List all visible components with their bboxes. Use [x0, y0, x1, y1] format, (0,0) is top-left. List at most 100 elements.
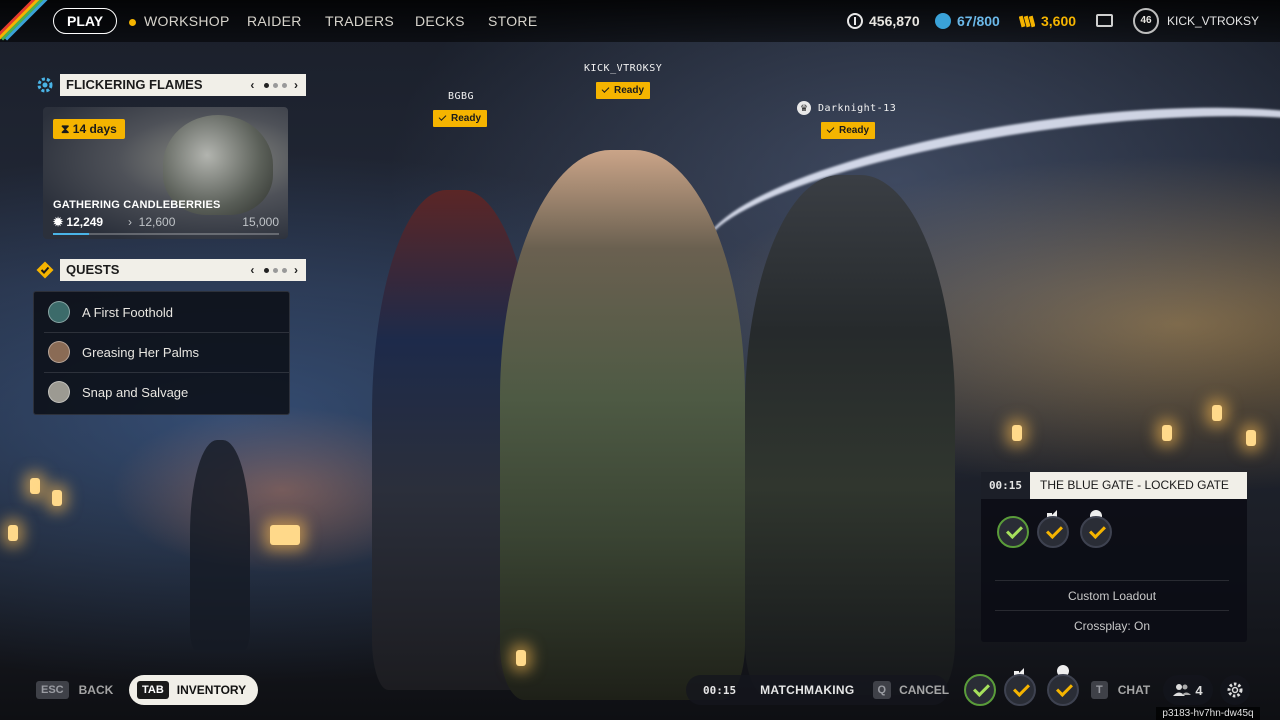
- t-key-hint: T: [1091, 681, 1108, 699]
- party-members-button[interactable]: 4: [1163, 675, 1213, 705]
- nav-label: WORKSHOP: [144, 13, 230, 29]
- gear-icon: [1227, 682, 1243, 698]
- player-level-badge[interactable]: 46: [1133, 8, 1159, 34]
- esc-key-hint: ESC: [36, 681, 69, 699]
- mail-icon[interactable]: [1096, 14, 1113, 27]
- player-name-darknight: Darknight-13: [818, 103, 897, 114]
- blue-token-balance[interactable]: 67/800: [935, 0, 1000, 42]
- people-icon: [1173, 684, 1192, 696]
- blue-token-icon: [935, 13, 951, 29]
- party-count: 4: [1195, 682, 1203, 698]
- nav-store[interactable]: STORE: [488, 0, 537, 42]
- quest-item[interactable]: Snap and Salvage: [44, 372, 289, 412]
- party-leader-crown-icon: ♛: [797, 101, 811, 115]
- candle: [516, 650, 526, 666]
- nav-raider[interactable]: RAIDER: [247, 0, 302, 42]
- character-kick-vtroksy: [500, 150, 745, 700]
- event-pager[interactable]: ‹ ›: [250, 74, 300, 96]
- quest-item[interactable]: A First Foothold: [44, 292, 289, 333]
- blue-token-value: 67/800: [957, 13, 1000, 29]
- coins-value: 456,870: [869, 13, 920, 29]
- ready-badge: Ready: [433, 110, 488, 127]
- match-map-name: THE BLUE GATE - LOCKED GATE: [1030, 472, 1247, 499]
- gear-icon: [34, 74, 56, 96]
- back-label: BACK: [78, 683, 114, 697]
- event-title: FLICKERING FLAMES: [66, 77, 203, 92]
- coin-icon: [847, 13, 863, 29]
- matchmaking-label: MATCHMAKING: [760, 683, 855, 697]
- event-panel-header: FLICKERING FLAMES ‹ ›: [34, 73, 306, 97]
- chat-label: CHAT: [1117, 683, 1151, 697]
- top-navigation-bar: PLAY WORKSHOP RAIDER TRADERS DECKS STORE…: [0, 0, 1280, 42]
- candle: [1162, 425, 1172, 441]
- quest-giver-avatar: [48, 341, 70, 363]
- gold-balance[interactable]: 3,600: [1019, 0, 1076, 42]
- chat-action[interactable]: T CHAT: [1091, 681, 1150, 699]
- brand-stripes-logo: [0, 0, 57, 46]
- gold-value: 3,600: [1041, 13, 1077, 29]
- ready-badge: Ready: [821, 122, 876, 139]
- cancel-matchmaking-button[interactable]: Q CANCEL: [872, 681, 950, 699]
- candle: [1012, 425, 1022, 441]
- quest-giver-avatar: [48, 301, 70, 323]
- character-darknight: [745, 175, 955, 695]
- coins-balance[interactable]: 456,870: [847, 0, 920, 42]
- settings-button[interactable]: [1220, 675, 1250, 705]
- quest-giver-avatar: [48, 381, 70, 403]
- event-card[interactable]: ⧗ 14 days GATHERING CANDLEBERRIES ✹ 12,2…: [43, 107, 288, 239]
- username[interactable]: KICK_VTROKSY: [1167, 0, 1259, 42]
- player-name-kick-vtroksy: KICK_VTROKSY: [584, 63, 663, 74]
- match-panel: 00:15 THE BLUE GATE - LOCKED GATE Custom…: [981, 472, 1247, 642]
- event-timer-badge: ⧗ 14 days: [53, 119, 125, 139]
- quest-diamond-icon: [34, 259, 56, 281]
- nav-decks[interactable]: DECKS: [415, 0, 465, 42]
- event-name: GATHERING CANDLEBERRIES: [53, 199, 221, 211]
- match-timer: 00:15: [981, 472, 1030, 499]
- quest-list: A First Foothold Greasing Her Palms Snap…: [33, 291, 290, 415]
- player-ready-status-icon: [964, 674, 996, 706]
- gold-bars-icon: [1019, 15, 1035, 28]
- quest-label: A First Foothold: [82, 304, 174, 320]
- crossplay-label[interactable]: Crossplay: On: [995, 610, 1229, 639]
- quest-label: Greasing Her Palms: [82, 344, 200, 360]
- candle: [52, 490, 62, 506]
- nav-traders[interactable]: TRADERS: [325, 0, 394, 42]
- notification-dot-icon: [129, 18, 136, 26]
- session-id: p3183-hv7hn-dw45q: [1156, 707, 1260, 720]
- quests-pager[interactable]: ‹ ›: [250, 259, 300, 281]
- progress-track: [53, 233, 279, 235]
- play-button[interactable]: PLAY: [53, 8, 118, 34]
- candle: [30, 478, 40, 494]
- ready-badge: Ready: [596, 82, 651, 99]
- nav-workshop[interactable]: WORKSHOP: [129, 0, 230, 42]
- loadout-label[interactable]: Custom Loadout: [995, 580, 1229, 609]
- progress-max: 15,000: [242, 215, 279, 229]
- matchmaking-timer: 00:15: [703, 683, 737, 697]
- inventory-label: INVENTORY: [176, 683, 247, 697]
- inventory-button[interactable]: TAB INVENTORY: [129, 675, 259, 705]
- background-figure: [190, 440, 250, 650]
- progress-current: ✹ 12,249: [53, 215, 104, 229]
- cancel-label: CANCEL: [899, 683, 950, 697]
- progress-next: › 12,600: [128, 215, 176, 229]
- candle: [8, 525, 18, 541]
- quests-panel-header: QUESTS ‹ ›: [34, 258, 306, 282]
- player-ready-status-icon: [1080, 516, 1112, 548]
- back-action[interactable]: ESC BACK: [36, 681, 113, 699]
- q-key-hint: Q: [872, 681, 892, 699]
- quests-title: QUESTS: [66, 262, 120, 277]
- quest-label: Snap and Salvage: [82, 384, 189, 400]
- match-header: 00:15 THE BLUE GATE - LOCKED GATE: [981, 472, 1247, 499]
- player-ready-status-icon: [1047, 674, 1079, 706]
- matchmaking-bar: 00:15 MATCHMAKING Q CANCEL: [686, 675, 950, 705]
- candle: [1246, 430, 1256, 446]
- player-ready-status-icon: [997, 516, 1029, 548]
- fire-barrel-flame: [270, 525, 300, 545]
- tab-key-hint: TAB: [137, 681, 169, 699]
- player-ready-status-icon: [1037, 516, 1069, 548]
- quest-item[interactable]: Greasing Her Palms: [44, 332, 289, 373]
- candle: [1212, 405, 1222, 421]
- event-progress: ✹ 12,249 › 12,600 15,000: [53, 215, 279, 235]
- player-name-bgbg: BGBG: [448, 91, 475, 102]
- player-ready-status-icon: [1004, 674, 1036, 706]
